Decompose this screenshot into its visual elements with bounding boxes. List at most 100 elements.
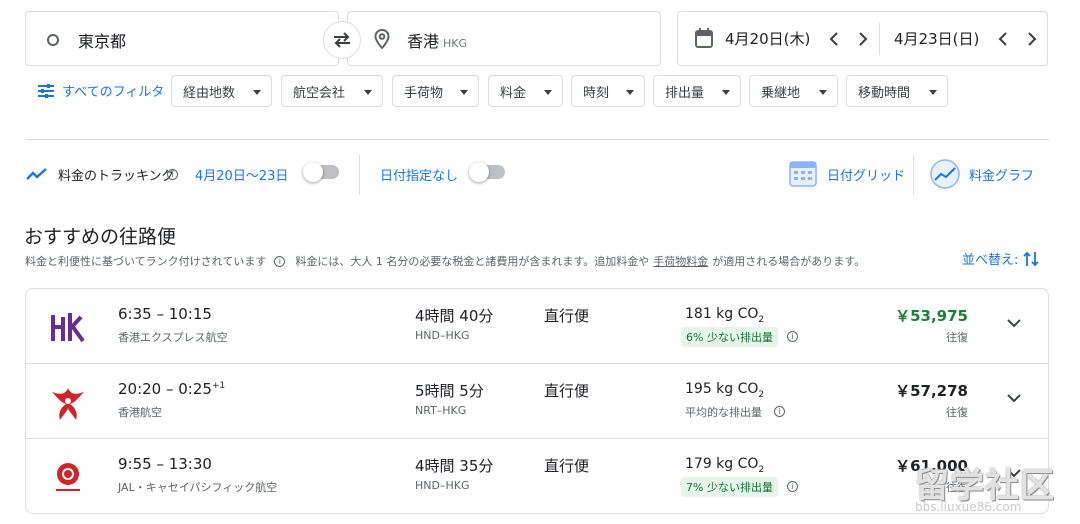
airline-name: 香港エクスプレス航空 <box>118 331 228 344</box>
filter-time-button[interactable]: 時刻 <box>571 75 645 107</box>
flight-route: HND–HKG <box>415 329 470 342</box>
price-tracking-label: 料金のトラッキング <box>58 169 175 184</box>
price-note: 料金には、大人 1 名分の必要な税金と諸費用が含まれます。追加料金や <box>295 255 650 268</box>
dropdown-arrow-icon <box>364 90 372 95</box>
origin-field[interactable]: 東京都 <box>25 11 339 66</box>
filter-price-button[interactable]: 料金 <box>488 75 563 107</box>
tune-icon <box>38 83 54 98</box>
flight-stops: 直行便 <box>544 457 590 475</box>
flight-times: 6:35 – 10:15 <box>118 305 212 323</box>
filter-airline-button[interactable]: 航空会社 <box>281 75 383 107</box>
dropdown-arrow-icon <box>929 90 937 95</box>
destination-input[interactable]: 香港 HKG <box>407 28 467 52</box>
return-next-chevron-icon[interactable] <box>1027 31 1037 47</box>
co2-value: 195 kg CO <box>685 381 759 397</box>
flight-price: ￥53,975 <box>895 307 968 325</box>
destination-field[interactable]: 香港 HKG <box>347 11 661 66</box>
chip-label: 航空会社 <box>293 85 346 101</box>
co2-value: 179 kg CO <box>685 456 759 472</box>
filter-stops-button[interactable]: 経由地数 <box>171 75 272 107</box>
filter-baggage-button[interactable]: 手荷物 <box>392 75 479 107</box>
sort-arrows-icon <box>1023 251 1040 266</box>
return-date[interactable]: 4月23日(日) <box>894 28 979 49</box>
date-grid-label: 日付グリッド <box>827 169 906 184</box>
flight-stops: 直行便 <box>544 382 590 400</box>
sort-button[interactable]: 並べ替え: <box>962 249 1040 268</box>
date-range-field[interactable]: 4月20日(木) 4月23日(日) <box>677 11 1048 66</box>
chip-label: 排出量 <box>665 85 705 101</box>
co2-amount: 195 kg CO2 <box>685 381 765 400</box>
info-icon[interactable]: i <box>274 255 286 267</box>
price-type: 往復 <box>946 406 968 419</box>
flight-duration: 4時間 35分 <box>415 457 494 475</box>
flight-results-list: 6:35 – 10:15 香港エクスプレス航空 4時間 40分 HND–HKG … <box>25 288 1049 514</box>
expand-chevron-icon[interactable] <box>1006 318 1022 328</box>
origin-circle-icon <box>47 34 59 46</box>
chip-label: 乗継地 <box>761 85 801 101</box>
flexible-dates-toggle[interactable] <box>469 162 505 182</box>
day-offset: +1 <box>211 381 226 391</box>
co2-amount: 179 kg CO2 <box>685 456 765 475</box>
flight-row[interactable]: 20:20 – 0:25+1 香港航空 5時間 5分 NRT–HKG 直行便 1… <box>26 364 1048 439</box>
filter-connecting-button[interactable]: 乗継地 <box>749 75 838 107</box>
flight-stops: 直行便 <box>544 307 590 325</box>
destination-code: HKG <box>443 37 468 50</box>
co2-value: 181 kg CO <box>685 306 759 322</box>
ranking-note: 料金と利便性に基づいてランク付けされています <box>25 255 267 268</box>
chip-label: 移動時間 <box>858 85 911 101</box>
emission-badge: 7% 少ない排出量 <box>681 477 778 497</box>
airline-name: JAL・キャセイパシフィック航空 <box>118 481 278 494</box>
baggage-fee-link[interactable]: 手荷物料金 <box>653 253 708 269</box>
expand-chevron-icon[interactable] <box>1006 393 1022 403</box>
price-type: 往復 <box>946 331 968 344</box>
info-icon[interactable]: i <box>167 169 178 180</box>
flight-times: 20:20 – 0:25+1 <box>118 380 225 398</box>
watermark-url: bbs.liuxue86.com <box>915 500 1022 514</box>
flight-row[interactable]: 6:35 – 10:15 香港エクスプレス航空 4時間 40分 HND–HKG … <box>26 289 1048 364</box>
depart-prev-chevron-icon[interactable] <box>829 31 839 47</box>
flexible-dates-label: 日付指定なし <box>380 169 459 184</box>
filter-duration-button[interactable]: 移動時間 <box>846 75 948 107</box>
dropdown-arrow-icon <box>460 90 468 95</box>
calendar-icon <box>695 28 713 48</box>
destination-city: 香港 <box>407 32 440 51</box>
flight-route: HND–HKG <box>415 479 470 492</box>
trend-icon <box>26 168 47 180</box>
flight-times: 9:55 – 13:30 <box>118 455 212 473</box>
depart-date[interactable]: 4月20日(木) <box>725 28 810 49</box>
chip-label: 時刻 <box>583 85 610 101</box>
chip-label: 手荷物 <box>404 85 444 101</box>
depart-next-chevron-icon[interactable] <box>858 31 868 47</box>
sort-label: 並べ替え: <box>962 253 1019 268</box>
filter-emissions-button[interactable]: 排出量 <box>653 75 741 107</box>
divider <box>913 155 914 195</box>
time-range: 6:35 – 10:15 <box>118 305 212 323</box>
swap-button[interactable] <box>323 21 361 59</box>
price-graph-label: 料金グラフ <box>969 169 1035 184</box>
results-subtitle: 料金と利便性に基づいてランク付けされています i 料金には、大人 1 名分の必要… <box>25 253 865 269</box>
flight-row[interactable]: 9:55 – 13:30 JAL・キャセイパシフィック航空 4時間 35分 HN… <box>26 439 1048 513</box>
price-note-end: が適用される場合があります。 <box>712 255 866 268</box>
all-filters-button[interactable]: すべてのフィルタ <box>38 81 164 100</box>
info-icon[interactable]: i <box>774 406 785 417</box>
info-icon[interactable]: i <box>787 481 798 492</box>
time-range: 9:55 – 13:30 <box>118 455 212 473</box>
origin-input[interactable]: 東京都 <box>78 28 126 52</box>
dropdown-arrow-icon <box>544 90 552 95</box>
dropdown-arrow-icon <box>626 90 634 95</box>
location-pin-icon <box>374 29 390 49</box>
all-filters-label: すべてのフィルタ <box>62 85 165 100</box>
track-dates-toggle[interactable] <box>303 162 339 182</box>
time-range: 20:20 – 0:25 <box>118 380 212 398</box>
divider <box>25 139 1049 140</box>
flight-price: ￥57,278 <box>895 382 968 400</box>
emission-badge: 6% 少ない排出量 <box>681 327 778 347</box>
info-icon[interactable]: i <box>787 331 798 342</box>
dropdown-arrow-icon <box>253 90 261 95</box>
tracking-date-range: 4月20日〜23日 <box>195 169 289 184</box>
price-graph-icon <box>930 159 960 189</box>
toggle-knob <box>303 162 323 182</box>
return-prev-chevron-icon[interactable] <box>998 31 1008 47</box>
date-grid-icon <box>789 161 817 187</box>
filter-bar: すべてのフィルタ 経由地数 航空会社 手荷物 料金 時刻 排出量 乗継地 移動時… <box>0 75 1080 107</box>
